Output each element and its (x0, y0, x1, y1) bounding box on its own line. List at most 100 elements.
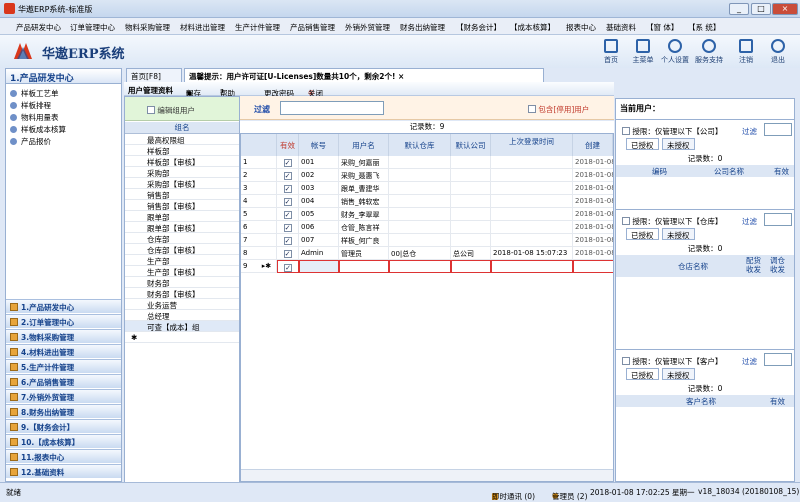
company-cell[interactable]: 总公司 (451, 247, 491, 260)
close-window-button[interactable]: × (772, 3, 798, 15)
valid-checkbox-cell[interactable] (277, 195, 299, 208)
valid-checkbox[interactable] (283, 198, 292, 206)
group-row[interactable]: 销售部 (125, 189, 239, 200)
warehouse-cell[interactable] (389, 221, 451, 234)
account-cell[interactable]: 006 (299, 221, 339, 234)
valid-checkbox[interactable] (283, 159, 292, 167)
module-accordion-3[interactable]: 3.物料采购管理 (6, 329, 121, 343)
group-row[interactable]: 样板部 (125, 145, 239, 156)
menu-item[interactable]: 生产计件管理 (235, 22, 280, 33)
maximize-button[interactable]: □ (751, 3, 771, 15)
group-row[interactable]: 财务部【审核】 (125, 288, 239, 299)
company-restrict-toggle[interactable]: 授限：仅管理以下【公司】 (622, 126, 722, 137)
module-accordion-2[interactable]: 2.订单管理中心 (6, 314, 121, 328)
filter-link[interactable]: 过滤 (742, 126, 757, 137)
company-cell[interactable] (451, 182, 491, 195)
module-accordion-7[interactable]: 7.外销外贸管理 (6, 389, 121, 403)
username-cell[interactable]: 仓管_陈言祥 (339, 221, 389, 234)
main-menu-button[interactable]: 主菜单 (627, 39, 659, 65)
tab-home[interactable]: 首页[F8] (126, 68, 182, 82)
group-row[interactable]: 采购部 (125, 167, 239, 178)
menu-item[interactable]: 报表中心 (566, 22, 596, 33)
username-cell[interactable]: 采购_聂惠飞 (339, 169, 389, 182)
nav-item[interactable]: 物料用量表 (10, 112, 59, 123)
account-cell[interactable]: 005 (299, 208, 339, 221)
group-row[interactable]: 总经理 (125, 310, 239, 321)
group-row[interactable]: 样板部【审核】 (125, 156, 239, 167)
company-cell[interactable] (451, 195, 491, 208)
nav-item[interactable]: 产品报价 (10, 136, 51, 147)
warehouse-cell[interactable] (389, 260, 451, 273)
valid-checkbox-cell[interactable] (277, 169, 299, 182)
username-cell[interactable]: 销售_韩软宏 (339, 195, 389, 208)
col-warehouse-name[interactable]: 仓店名称 (678, 261, 708, 272)
group-new-row[interactable]: ✱ (125, 332, 239, 343)
valid-checkbox[interactable] (283, 250, 292, 258)
valid-checkbox-cell[interactable] (277, 221, 299, 234)
tab-authorized[interactable]: 已授权 (626, 138, 659, 150)
filter-link[interactable]: 过滤 (742, 356, 757, 367)
company-cell[interactable] (451, 156, 491, 169)
nav-item[interactable]: 样板排程 (10, 100, 51, 111)
account-cell[interactable]: 002 (299, 169, 339, 182)
horizontal-scrollbar[interactable] (241, 469, 613, 481)
username-cell[interactable] (339, 260, 389, 273)
include-disabled-toggle[interactable]: 包含[停用]用户 (528, 104, 589, 115)
username-cell[interactable]: 财务_李翠翠 (339, 208, 389, 221)
menu-item[interactable]: 【窗 体】 (646, 22, 678, 33)
support-button[interactable]: 服务支持 (693, 39, 725, 65)
group-row[interactable]: 仓库部【审核】 (125, 244, 239, 255)
col-last-login[interactable]: 上次登录时间 (491, 134, 573, 156)
group-row[interactable]: 跟单部 (125, 211, 239, 222)
account-cell[interactable] (299, 260, 339, 273)
group-row[interactable]: 销售部【审核】 (125, 200, 239, 211)
nav-item[interactable]: 样板成本核算 (10, 124, 66, 135)
group-row[interactable]: 财务部 (125, 277, 239, 288)
module-accordion-9[interactable]: 9.【财务会计】 (6, 419, 121, 433)
col-valid[interactable]: 有效 (770, 396, 785, 407)
company-restrict-checkbox[interactable] (622, 127, 630, 135)
col-created[interactable]: 创建 (573, 134, 613, 156)
group-row[interactable]: 仓库部 (125, 233, 239, 244)
warehouse-cell[interactable] (389, 182, 451, 195)
valid-checkbox-cell[interactable] (277, 208, 299, 221)
valid-checkbox[interactable] (283, 172, 292, 180)
company-cell[interactable] (451, 208, 491, 221)
col-transfer[interactable]: 调仓收发 (770, 256, 790, 274)
valid-checkbox[interactable] (284, 264, 292, 272)
module-accordion-10[interactable]: 10.【成本核算】 (6, 434, 121, 448)
menu-item[interactable]: 基础资料 (606, 22, 636, 33)
col-default-warehouse[interactable]: 默认仓库 (389, 134, 451, 156)
group-row[interactable]: 跟单部【审核】 (125, 222, 239, 233)
username-cell[interactable]: 管理员 (339, 247, 389, 260)
warehouse-filter-input[interactable] (764, 213, 792, 226)
menu-item[interactable]: 外销外贸管理 (345, 22, 390, 33)
menu-item[interactable]: 【财务会计】 (456, 22, 501, 33)
account-cell[interactable]: 007 (299, 234, 339, 247)
group-row-selected[interactable]: 可查【成本】组 (125, 321, 239, 332)
valid-checkbox-cell[interactable] (277, 182, 299, 195)
username-cell[interactable]: 跟单_曹建华 (339, 182, 389, 195)
customer-restrict-toggle[interactable]: 授限：仅管理以下【客户】 (622, 356, 722, 367)
filter-link[interactable]: 过滤 (742, 216, 757, 227)
include-disabled-checkbox[interactable] (528, 105, 536, 113)
company-cell[interactable] (451, 234, 491, 247)
edit-group-checkbox[interactable] (147, 106, 155, 114)
account-cell[interactable]: 003 (299, 182, 339, 195)
edit-group-users-toggle[interactable]: 编辑组用户 (125, 97, 239, 121)
group-row[interactable]: 采购部【审核】 (125, 178, 239, 189)
minimize-button[interactable]: _ (729, 3, 749, 15)
username-cell[interactable]: 采购_何嘉丽 (339, 156, 389, 169)
warehouse-cell[interactable] (389, 169, 451, 182)
col-default-company[interactable]: 默认公司 (451, 134, 491, 156)
valid-checkbox-cell[interactable] (277, 156, 299, 169)
menu-item[interactable]: 【成本核算】 (510, 22, 555, 33)
module-accordion-8[interactable]: 8.财务出纳管理 (6, 404, 121, 418)
menu-item[interactable]: 物料采购管理 (125, 22, 170, 33)
logout-button[interactable]: 注销 (730, 39, 762, 65)
module-accordion-6[interactable]: 6.产品销售管理 (6, 374, 121, 388)
menu-item[interactable]: 订单管理中心 (70, 22, 115, 33)
company-filter-input[interactable] (764, 123, 792, 136)
warehouse-cell[interactable] (389, 156, 451, 169)
valid-checkbox-cell[interactable] (277, 260, 299, 273)
